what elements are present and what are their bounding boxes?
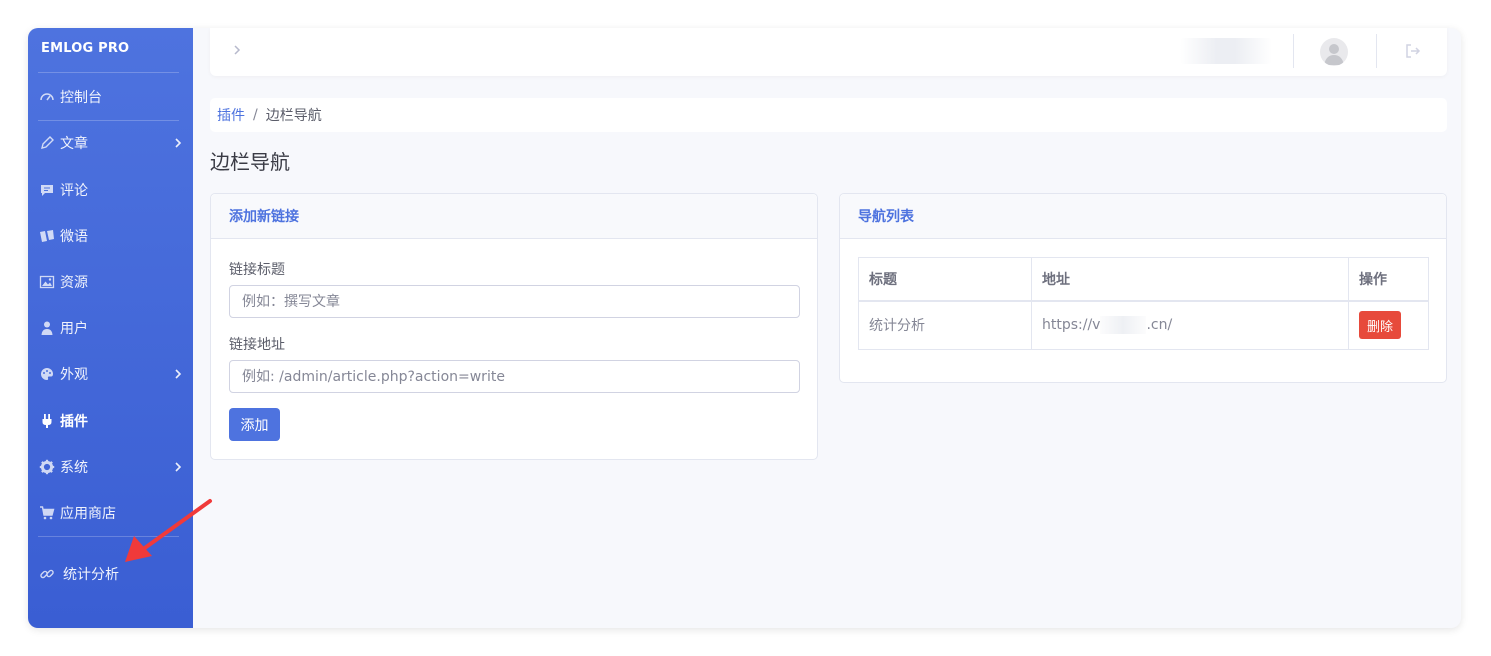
- table-header-row: 标题 地址 操作: [858, 257, 1429, 302]
- row-action-cell: 删除: [1348, 300, 1429, 350]
- row-url-suffix: .cn/: [1146, 317, 1173, 334]
- sidebar-item-label: 评论: [60, 183, 88, 199]
- app-window: EMLOG PRO 控制台 文章 评论 微语 资源 用户 外观 插件 系统 应用…: [28, 28, 1461, 628]
- topbar-divider: [1293, 34, 1294, 68]
- add-link-card: 添加新链接 链接标题 链接地址 添加: [210, 193, 818, 460]
- sidebar-item-label: 插件: [60, 414, 88, 430]
- cart-icon: [38, 504, 56, 522]
- column-header-title: 标题: [858, 257, 1032, 302]
- plug-icon: [38, 412, 56, 430]
- topbar-divider: [1376, 34, 1377, 68]
- sidebar: EMLOG PRO 控制台 文章 评论 微语 资源 用户 外观 插件 系统 应用…: [28, 28, 212, 628]
- image-icon: [38, 273, 56, 291]
- add-link-card-title: 添加新链接: [211, 194, 817, 239]
- sidebar-item-label: 资源: [60, 275, 88, 291]
- user-icon: [38, 319, 56, 337]
- sidebar-item-system[interactable]: 系统: [38, 453, 183, 481]
- sidebar-item-comments[interactable]: 评论: [38, 176, 183, 204]
- row-title: 统计分析: [858, 300, 1032, 350]
- row-url-prefix: https://v: [1042, 317, 1101, 334]
- url-redacted: [1100, 316, 1147, 335]
- palette-icon: [38, 365, 56, 383]
- gear-icon: [38, 458, 56, 476]
- top-navbar: [210, 28, 1447, 76]
- sidebar-item-label: 系统: [60, 460, 88, 476]
- sidebar-toggle-icon[interactable]: [232, 43, 248, 59]
- link-url-label: 链接地址: [229, 337, 285, 353]
- breadcrumb-separator: /: [253, 107, 258, 123]
- logout-icon[interactable]: [1404, 42, 1422, 60]
- sidebar-item-dashboard[interactable]: 控制台: [38, 83, 183, 111]
- nav-list-table: 标题 地址 操作 统计分析 https://v .cn/ 删除: [858, 257, 1429, 350]
- chevron-right-icon: [173, 369, 183, 379]
- breadcrumb: 插件 / 边栏导航: [210, 98, 1447, 132]
- comment-icon: [38, 181, 56, 199]
- link-title-input[interactable]: [229, 285, 800, 318]
- delete-button[interactable]: 删除: [1359, 311, 1401, 340]
- sidebar-item-media[interactable]: 资源: [38, 268, 183, 296]
- sidebar-item-label: 用户: [60, 321, 88, 337]
- avatar[interactable]: [1320, 38, 1348, 66]
- sidebar-item-appearance[interactable]: 外观: [38, 360, 183, 388]
- link-title-label: 链接标题: [229, 262, 285, 278]
- add-link-button[interactable]: 添加: [229, 408, 280, 441]
- dashboard-icon: [38, 88, 56, 106]
- chevron-right-icon: [173, 462, 183, 472]
- column-header-url: 地址: [1031, 257, 1349, 302]
- tags-icon: [38, 227, 56, 245]
- breadcrumb-current: 边栏导航: [265, 108, 322, 124]
- sidebar-item-plugins[interactable]: 插件: [38, 407, 183, 435]
- breadcrumb-link-plugins[interactable]: 插件: [217, 105, 245, 125]
- sidebar-divider: [38, 120, 179, 121]
- sidebar-item-articles[interactable]: 文章: [38, 129, 183, 157]
- sidebar-item-label: 控制台: [60, 90, 102, 106]
- row-url: https://v .cn/: [1031, 300, 1349, 350]
- link-icon: [38, 565, 56, 583]
- sidebar-item-label: 文章: [60, 136, 88, 152]
- sidebar-divider: [38, 72, 179, 73]
- sidebar-item-label: 外观: [60, 367, 88, 383]
- nav-list-card: 导航列表 标题 地址 操作 统计分析 https://v .cn/ 删除: [839, 193, 1447, 383]
- link-url-input[interactable]: [229, 360, 800, 393]
- sidebar-item-label: 微语: [60, 229, 88, 245]
- chevron-right-icon: [173, 138, 183, 148]
- table-row: 统计分析 https://v .cn/ 删除: [858, 300, 1429, 350]
- main-content: 插件 / 边栏导航 边栏导航 添加新链接 链接标题 链接地址 添加 导航列表 标…: [193, 28, 1461, 628]
- brand-logo[interactable]: EMLOG PRO: [41, 41, 129, 56]
- username-blurred: [1180, 38, 1272, 64]
- page-title: 边栏导航: [210, 150, 290, 174]
- sidebar-item-twitter[interactable]: 微语: [38, 222, 183, 250]
- pencil-icon: [38, 134, 56, 152]
- nav-list-card-title: 导航列表: [840, 194, 1446, 239]
- sidebar-item-users[interactable]: 用户: [38, 314, 183, 342]
- column-header-action: 操作: [1348, 257, 1429, 302]
